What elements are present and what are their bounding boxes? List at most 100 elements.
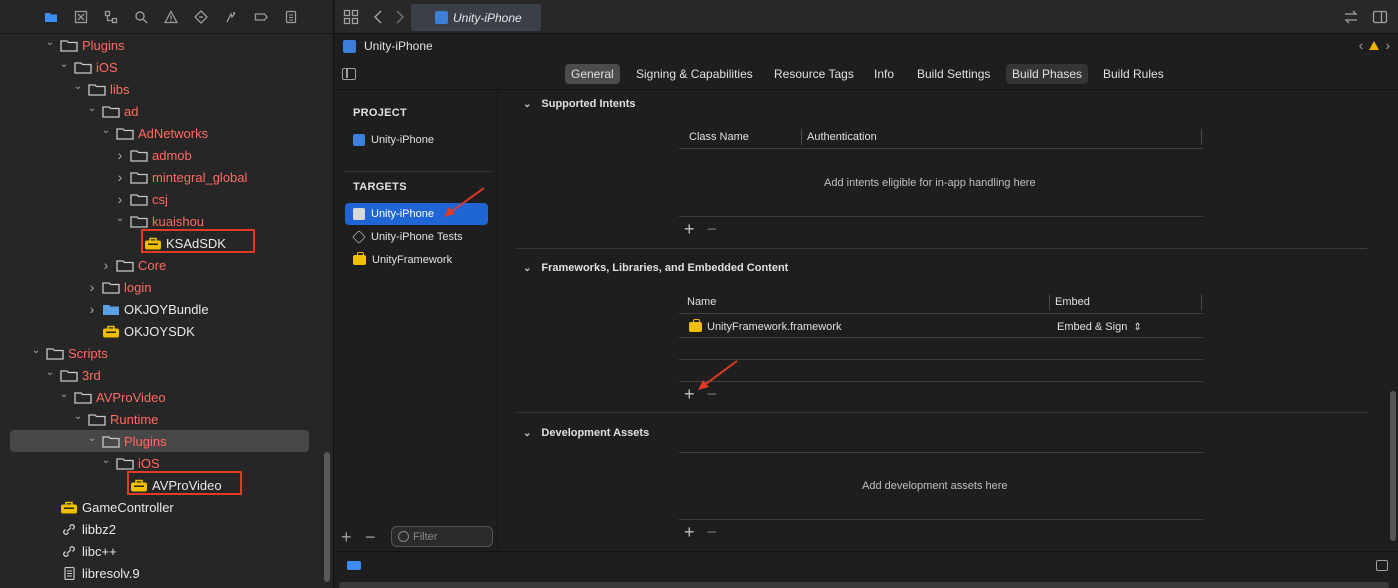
add-framework-button[interactable]: + — [684, 385, 695, 403]
tree-item[interactable]: › OKJOYBundle — [0, 298, 320, 320]
section-development-assets[interactable]: ⌄ Development Assets — [523, 427, 649, 439]
debug-navigator-icon[interactable] — [216, 5, 246, 29]
chevron-down-icon[interactable]: ⌄ — [100, 125, 112, 136]
tree-item[interactable]: OKJOYSDK — [0, 320, 320, 342]
tab-build-settings[interactable]: Build Settings — [911, 64, 996, 84]
tree-item[interactable]: libbz2 — [0, 518, 320, 540]
column-embed[interactable]: Embed — [1055, 296, 1090, 308]
content-scrollbar[interactable] — [1390, 391, 1396, 541]
tree-item-label: OKJOYSDK — [124, 323, 195, 339]
tree-item-label: iOS — [138, 455, 160, 471]
chevron-down-icon[interactable]: ⌄ — [100, 455, 112, 466]
tree-item[interactable]: ⌄ Plugins — [10, 430, 309, 452]
tree-item[interactable]: › csj — [0, 188, 320, 210]
symbol-navigator-icon[interactable] — [96, 5, 126, 29]
tab-signing-capabilities[interactable]: Signing & Capabilities — [630, 64, 759, 84]
tree-item[interactable]: ⌄ Runtime — [0, 408, 320, 430]
folder-icon — [46, 347, 64, 360]
framework-row[interactable]: UnityFramework.framework Embed & Sign ⇕ — [679, 316, 1203, 338]
chevron-right-icon[interactable]: › — [114, 169, 126, 185]
back-icon[interactable] — [371, 9, 387, 25]
column-class-name[interactable]: Class Name — [689, 131, 749, 143]
inspector-toggle-icon[interactable] — [1372, 9, 1388, 25]
tree-item[interactable]: ⌄ AdNetworks — [0, 122, 320, 144]
add-intent-button[interactable]: + — [684, 220, 695, 238]
tab-resource-tags[interactable]: Resource Tags — [768, 64, 860, 84]
report-navigator-icon[interactable] — [276, 5, 306, 29]
breadcrumb[interactable]: Unity-iPhone — [364, 39, 433, 53]
tree-item[interactable]: GameController — [0, 496, 320, 518]
chevron-down-icon[interactable]: ⌄ — [44, 367, 56, 378]
panel-toggle-icon[interactable] — [1376, 560, 1388, 571]
tree-item[interactable]: › admob — [0, 144, 320, 166]
console-icon[interactable] — [347, 561, 361, 570]
assets-empty-hint: Add development assets here — [862, 480, 1008, 492]
sidebar-toggle-icon[interactable] — [342, 68, 356, 80]
tree-item[interactable]: › mintegral_global — [0, 166, 320, 188]
tree-item[interactable]: › Core — [0, 254, 320, 276]
tree-item[interactable]: ⌄ ad — [0, 100, 320, 122]
embed-popup[interactable]: Embed & Sign ⇕ — [1057, 321, 1142, 333]
popup-arrows-icon: ⇕ — [1133, 322, 1142, 333]
issue-navigator-icon[interactable] — [156, 5, 186, 29]
tree-item[interactable]: ⌄ 3rd — [0, 364, 320, 386]
add-target-button[interactable]: + — [341, 528, 352, 546]
remove-intent-button[interactable]: − — [707, 220, 718, 238]
app-project-icon — [353, 134, 365, 146]
chevron-right-icon[interactable]: › — [114, 147, 126, 163]
add-asset-button[interactable]: + — [684, 523, 695, 541]
test-navigator-icon[interactable] — [186, 5, 216, 29]
tab-build-phases[interactable]: Build Phases — [1006, 64, 1089, 84]
tree-item[interactable]: ⌄ iOS — [0, 56, 320, 78]
tree-item[interactable]: ⌄ AVProVideo — [0, 386, 320, 408]
column-authentication[interactable]: Authentication — [807, 131, 877, 143]
target-unity-iphone[interactable]: Unity-iPhone — [345, 203, 488, 225]
chevron-right-icon[interactable]: › — [100, 257, 112, 273]
chevron-down-icon[interactable]: ⌄ — [86, 433, 98, 444]
breakpoint-navigator-icon[interactable] — [246, 5, 276, 29]
warning-icon[interactable] — [1369, 40, 1380, 50]
filter-field[interactable]: Filter — [391, 526, 493, 547]
target-unity-iphone-tests[interactable]: Unity-iPhone Tests — [345, 226, 488, 248]
target-unityframework[interactable]: UnityFramework — [345, 249, 488, 271]
chevron-down-icon[interactable]: ⌄ — [72, 411, 84, 422]
tab-general[interactable]: General — [565, 64, 620, 84]
chevron-down-icon[interactable]: ⌄ — [30, 345, 42, 356]
project-navigator-icon[interactable] — [36, 5, 66, 29]
project-item[interactable]: Unity-iPhone — [345, 129, 488, 151]
remove-framework-button[interactable]: − — [707, 385, 718, 403]
chevron-down-icon[interactable]: ⌄ — [86, 103, 98, 114]
tab-info[interactable]: Info — [868, 64, 900, 84]
chevron-down-icon[interactable]: ⌄ — [44, 37, 56, 48]
chevron-down-icon[interactable]: ⌄ — [72, 81, 84, 92]
chevron-right-icon[interactable]: › — [86, 279, 98, 295]
forward-icon[interactable] — [391, 9, 407, 25]
chevron-right-icon[interactable]: › — [1385, 37, 1390, 53]
chevron-down-icon[interactable]: ⌄ — [58, 59, 70, 70]
find-navigator-icon[interactable] — [126, 5, 156, 29]
chevron-left-icon[interactable]: ‹ — [1359, 37, 1364, 53]
section-frameworks[interactable]: ⌄ Frameworks, Libraries, and Embedded Co… — [523, 262, 788, 274]
chevron-down-icon[interactable]: ⌄ — [58, 389, 70, 400]
tab-build-rules[interactable]: Build Rules — [1097, 64, 1170, 84]
source-control-icon[interactable] — [66, 5, 96, 29]
tree-item[interactable]: ⌄ libs — [0, 78, 320, 100]
chevron-right-icon[interactable]: › — [86, 301, 98, 317]
navigator-scrollbar[interactable] — [324, 452, 330, 582]
tree-item[interactable]: libc++ — [0, 540, 320, 562]
swap-arrows-icon[interactable] — [1343, 9, 1359, 25]
chevron-right-icon[interactable]: › — [114, 191, 126, 207]
grid-icon[interactable] — [343, 9, 359, 25]
column-separator — [801, 129, 802, 145]
tree-item[interactable]: ⌄ Plugins — [0, 34, 320, 56]
chevron-down-icon[interactable]: ⌄ — [114, 213, 126, 224]
editor-tab-unity-iphone[interactable]: Unity-iPhone — [411, 4, 541, 31]
column-name[interactable]: Name — [687, 296, 716, 308]
section-supported-intents[interactable]: ⌄ Supported Intents — [523, 98, 636, 110]
tree-item[interactable]: ⌄ Scripts — [0, 342, 320, 364]
remove-asset-button[interactable]: − — [707, 523, 718, 541]
remove-target-button[interactable]: − — [365, 528, 376, 546]
tree-item[interactable]: › login — [0, 276, 320, 298]
tree-item[interactable]: libresolv.9 — [0, 562, 320, 584]
project-navigator: ⌄ Plugins ⌄ iOS ⌄ libs ⌄ ad ⌄ AdNetworks › admob › mi… — [0, 0, 334, 588]
